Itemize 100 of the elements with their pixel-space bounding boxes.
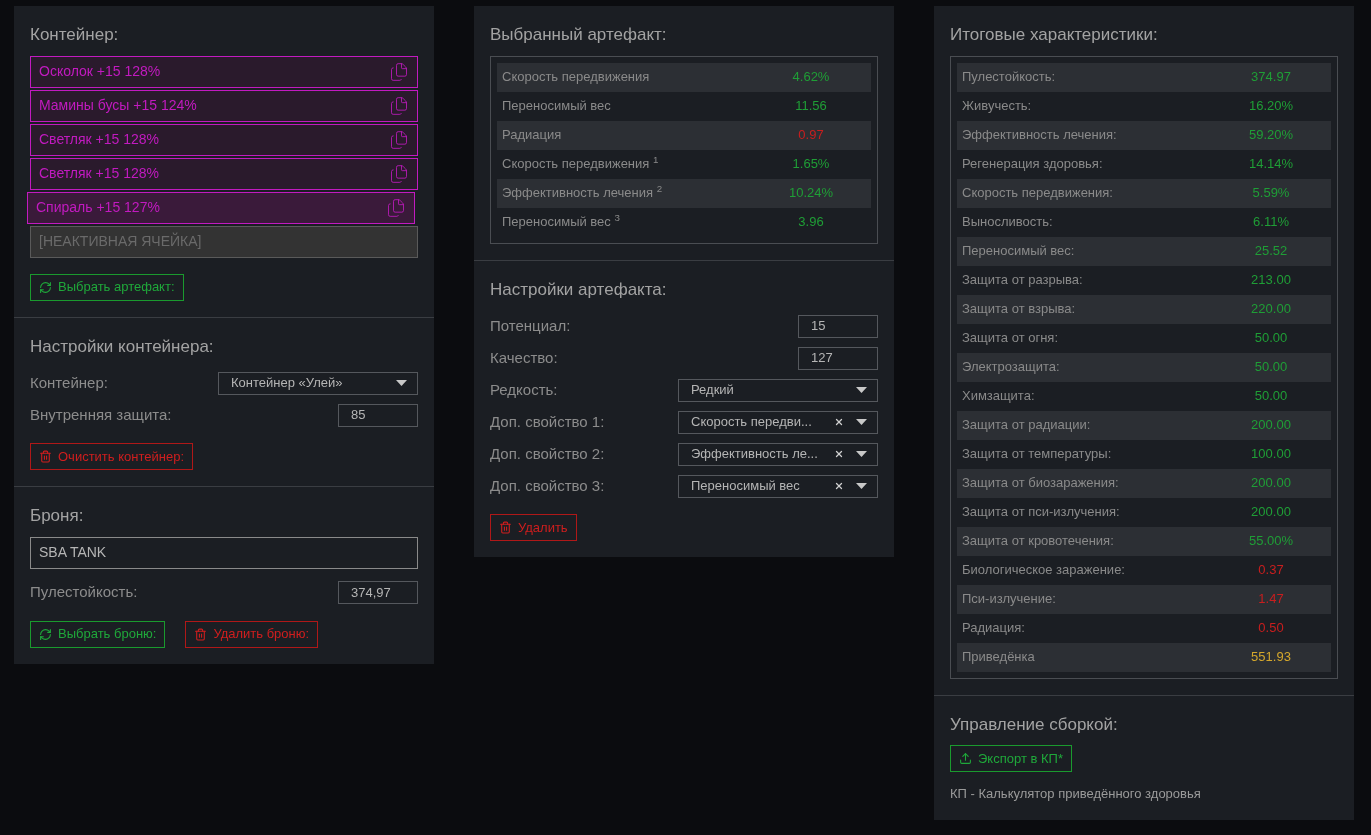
stat-label: Радиация: [962, 619, 1026, 638]
caret-icon [856, 419, 867, 425]
refresh-icon [39, 280, 52, 294]
stat-label: Скорость передвижения [502, 68, 651, 87]
stat-label: Живучесть: [962, 97, 1033, 116]
copy-icon[interactable] [389, 95, 409, 116]
select-button[interactable]: Выбрать броню: [30, 620, 166, 648]
stat-label: Приведёнка [962, 648, 1036, 667]
artifact-slot[interactable]: Осколок +15 128% [30, 55, 418, 88]
stat-value: 25.52 [1253, 242, 1289, 261]
stat-value: 5.59% [1251, 184, 1291, 203]
artifact-slot[interactable]: Светляк +15 128% [30, 157, 418, 190]
delete-button[interactable]: Удалить [490, 514, 577, 541]
section-title: Броня: [30, 505, 85, 527]
field-label: Потенциал: [490, 315, 571, 336]
field-label: Доп. свойство 2: [490, 443, 605, 464]
stat-value: 1.65% [791, 155, 831, 174]
stat-value: 0.37 [1257, 561, 1285, 580]
section-title: Настройки артефакта: [490, 278, 668, 301]
stat-label: Защита от радиации: [962, 416, 1092, 435]
stat-value: 6.11% [1252, 213, 1290, 232]
stat-value: 213.00 [1250, 271, 1292, 290]
stat-value: 50.00 [1253, 329, 1289, 348]
trash-icon [194, 627, 208, 641]
stat-label: Переносимый вес [502, 97, 612, 116]
copy-icon[interactable] [389, 61, 409, 82]
stat-label: Защита от пси-излучения: [962, 503, 1121, 522]
number-field[interactable]: 374,97 [338, 581, 418, 604]
stat-label: Радиация [502, 126, 563, 145]
section-title: Итоговые характеристики: [950, 24, 1159, 46]
caret-icon [856, 387, 867, 393]
stat-value: 3.96 [797, 213, 825, 232]
number-field[interactable]: 15 [798, 314, 878, 338]
stat-value: 59.20% [1247, 126, 1295, 145]
armor-name-field[interactable]: SBA TANK [30, 536, 418, 569]
stat-value: 200.00 [1250, 503, 1292, 522]
stat-label: Эффективность лечения $^{2}$ [502, 183, 664, 203]
dropdown[interactable]: Скорость передви... [678, 410, 878, 434]
stat-label: Защита от взрыва: [962, 300, 1077, 319]
delete-button[interactable]: Удалить броню: [185, 620, 319, 648]
stat-label: Эффективность лечения: [962, 126, 1118, 145]
artifact-slot[interactable]: Спираль +15 127% [27, 191, 415, 224]
field-label: Контейнер: [30, 372, 108, 393]
field-label: Доп. свойство 3: [490, 475, 605, 496]
stat-label: Регенерация здоровья: [962, 155, 1104, 174]
field-label: Редкость: [490, 379, 558, 400]
dropdown[interactable]: Контейнер «Улей» [218, 371, 418, 395]
stat-label: Выносливость: [962, 213, 1054, 232]
footnote-text: КП - Калькулятор приведённого здоровья [950, 785, 1202, 803]
field-label: Пулестойкость: [30, 582, 138, 603]
caret-icon [856, 483, 867, 489]
upload-icon [959, 752, 972, 765]
stat-value: 50.00 [1253, 387, 1289, 406]
stat-label: Пси-излучение: [962, 590, 1057, 609]
stat-value: 11.56 [794, 97, 828, 116]
copy-icon[interactable] [389, 163, 409, 184]
stat-value: 100.00 [1250, 445, 1292, 464]
stat-label: Защита от огня: [962, 329, 1059, 348]
stat-label: Химзащита: [962, 387, 1036, 406]
stat-value: 55.00% [1247, 532, 1295, 551]
stat-value: 0.50 [1257, 619, 1285, 638]
artifact-slot[interactable]: Светляк +15 128% [30, 123, 418, 156]
stat-label: Электрозащита: [962, 358, 1061, 377]
stat-value: 1.47 [1257, 590, 1285, 609]
clear-icon[interactable] [834, 481, 844, 491]
number-field[interactable]: 85 [338, 403, 418, 427]
stat-value: 16.20% [1247, 97, 1295, 116]
copy-icon[interactable] [386, 197, 406, 218]
copy-icon[interactable] [389, 129, 409, 150]
stat-value: 0.97 [797, 126, 825, 145]
delete-button[interactable]: Очистить контейнер: [30, 443, 193, 470]
field-label: Внутренняя защита: [30, 404, 172, 425]
caret-icon [856, 451, 867, 457]
artifact-slot[interactable]: Мамины бусы +15 124% [30, 89, 418, 122]
field-label: Качество: [490, 347, 558, 368]
stat-label: Пулестойкость: [962, 68, 1057, 87]
stat-value: 220.00 [1250, 300, 1292, 319]
section-title: Настройки контейнера: [30, 335, 215, 358]
stat-label: Защита от температуры: [962, 445, 1113, 464]
stat-value: 4.62% [791, 68, 831, 87]
number-field[interactable]: 127 [798, 346, 878, 370]
trash-icon [39, 450, 52, 463]
dropdown[interactable]: Переносимый вес [678, 474, 878, 498]
stat-label: Защита от разрыва: [962, 271, 1084, 290]
stat-label: Биологическое заражение: [962, 561, 1126, 580]
section-title: Управление сборкой: [950, 713, 1119, 736]
export-button[interactable]: Экспорт в КП* [950, 745, 1072, 772]
dropdown[interactable]: Редкий [678, 378, 878, 402]
clear-icon[interactable] [834, 449, 844, 459]
stat-label: Защита от кровотечения: [962, 532, 1115, 551]
stat-label: Переносимый вес: [962, 242, 1076, 261]
select-button[interactable]: Выбрать артефакт: [30, 273, 184, 301]
stat-label: Скорость передвижения $^{1}$ [502, 154, 660, 174]
stat-label: Скорость передвижения: [962, 184, 1114, 203]
dropdown[interactable]: Эффективность ле... [678, 442, 878, 466]
clear-icon[interactable] [834, 417, 844, 427]
stat-label: Защита от биозаражения: [962, 474, 1120, 493]
stat-value: 374.97 [1250, 68, 1292, 87]
trash-icon [499, 521, 512, 534]
refresh-icon [39, 627, 52, 641]
